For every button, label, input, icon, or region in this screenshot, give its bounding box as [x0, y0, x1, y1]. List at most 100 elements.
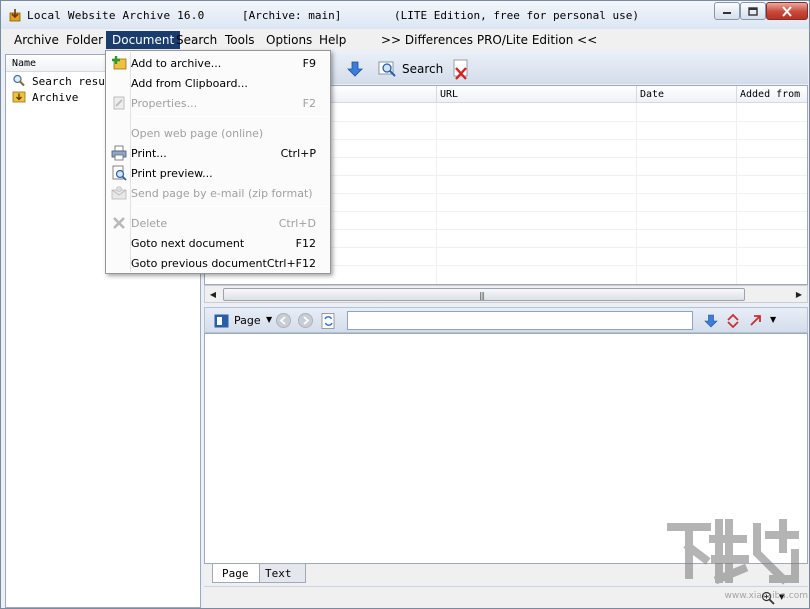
menu-item-label: Delete	[131, 217, 168, 230]
menu-options-label: Options	[266, 33, 313, 47]
scrollbar-thumb[interactable]: |||	[223, 288, 745, 301]
menu-item-label: Goto next document	[131, 237, 245, 250]
close-icon	[782, 5, 792, 17]
add-archive-icon	[112, 56, 127, 70]
email-icon	[111, 186, 127, 200]
menu-item-goto-next[interactable]: Goto next document F12	[108, 233, 328, 253]
archive-name-label: [Archive: main]	[242, 9, 342, 22]
menu-search-label: Search	[176, 33, 218, 47]
app-logo-icon	[9, 9, 21, 22]
menu-item-shortcut: Ctrl+F12	[266, 257, 316, 270]
arrow-down-icon[interactable]	[704, 314, 718, 328]
back-button[interactable]	[276, 313, 291, 328]
magnifier-icon	[13, 74, 25, 87]
scroll-left-icon[interactable]: ◀	[207, 289, 219, 301]
menu-help-label: Help	[319, 33, 347, 47]
menu-item-label: Print preview...	[131, 167, 213, 180]
scroll-right-icon[interactable]: ▶	[793, 289, 805, 301]
column-header-date[interactable]: Date	[637, 86, 737, 103]
menu-item-print[interactable]: Print... Ctrl+P	[108, 143, 328, 163]
preview-toolbar: Page ▼ ▼	[204, 307, 808, 333]
watermark-url: www.xiazaiba.com	[724, 591, 808, 601]
page-view-label: Page	[234, 314, 261, 327]
watermark: www.xiazaiba.com	[663, 513, 808, 608]
delete-icon	[113, 217, 125, 229]
page-view-icon	[214, 314, 229, 328]
menu-bar: Archive Folder Document Search Tools Opt…	[1, 29, 809, 50]
minimize-icon	[723, 12, 731, 14]
expand-collapse-icon[interactable]	[726, 313, 740, 329]
differences-link-label: >> Differences PRO/Lite Edition <<	[381, 33, 598, 47]
menu-tools[interactable]: Tools	[219, 31, 261, 49]
watermark-logo-icon	[667, 519, 799, 585]
menu-item-label: Send page by e-mail (zip format)	[131, 187, 313, 200]
tab-page[interactable]: Page	[212, 564, 260, 583]
search-button-label: Search	[402, 62, 444, 76]
menu-item-add-to-archive[interactable]: Add to archive... F9	[108, 53, 328, 73]
forward-button[interactable]	[298, 313, 313, 328]
menu-item-label: Goto previous document	[131, 257, 267, 270]
properties-icon	[113, 96, 125, 110]
print-preview-icon	[112, 165, 127, 181]
chevron-down-icon[interactable]: ▼	[770, 315, 776, 324]
menu-archive[interactable]: Archive	[8, 31, 65, 49]
menu-item-label: Properties...	[131, 97, 198, 110]
forward-arrow-icon	[303, 316, 310, 325]
menu-separator	[133, 116, 327, 117]
horizontal-scrollbar[interactable]: ◀ ||| ▶	[204, 285, 808, 303]
menu-separator	[133, 206, 327, 207]
arrow-down-icon[interactable]	[346, 60, 364, 78]
maximize-icon	[748, 6, 758, 16]
app-window: Local Website Archive 16.0 [Archive: mai…	[0, 0, 810, 609]
column-date-label: Date	[640, 89, 665, 100]
close-button[interactable]	[766, 2, 808, 20]
menu-item-add-from-clipboard[interactable]: Add from Clipboard...	[108, 73, 328, 93]
menu-item-goto-previous[interactable]: Goto previous document Ctrl+F12	[108, 253, 328, 273]
grid-line	[436, 103, 437, 284]
grid-line	[636, 103, 637, 284]
tree-item-label: Search resul	[32, 75, 112, 88]
maximize-button[interactable]	[740, 2, 766, 20]
menu-item-label: Print...	[131, 147, 167, 160]
edition-label: (LITE Edition, free for personal use)	[394, 9, 640, 22]
menu-options[interactable]: Options	[260, 31, 318, 49]
menu-document-label: Document	[112, 33, 175, 47]
menu-item-shortcut: F12	[295, 237, 316, 250]
menu-item-properties[interactable]: Properties... F2	[108, 93, 328, 113]
search-icon	[378, 61, 396, 77]
menu-item-shortcut: F9	[302, 57, 316, 70]
back-arrow-icon	[279, 316, 286, 325]
external-link-icon[interactable]	[749, 313, 763, 327]
menu-folder[interactable]: Folder	[60, 31, 109, 49]
window-title: Local Website Archive 16.0	[27, 9, 205, 22]
differences-link[interactable]: >> Differences PRO/Lite Edition <<	[375, 31, 603, 49]
menu-item-label: Open web page (online)	[131, 127, 264, 140]
menu-item-delete[interactable]: Delete Ctrl+D	[108, 213, 328, 233]
address-input[interactable]	[347, 311, 693, 330]
menu-item-shortcut: Ctrl+P	[280, 147, 316, 160]
tab-text[interactable]: Text	[256, 564, 306, 583]
menu-item-send-email[interactable]: Send page by e-mail (zip format)	[108, 183, 328, 203]
grid-line	[736, 103, 737, 284]
menu-help[interactable]: Help	[313, 31, 352, 49]
menu-item-open-web-page[interactable]: Open web page (online)	[108, 123, 328, 143]
tab-text-label: Text	[265, 567, 292, 580]
delete-search-icon[interactable]	[452, 59, 470, 81]
column-header-url[interactable]: URL	[437, 86, 637, 103]
column-header-added-from[interactable]: Added from	[737, 86, 807, 103]
tab-page-label: Page	[222, 567, 249, 580]
column-added-from-label: Added from	[740, 89, 801, 100]
menu-item-shortcut: F2	[302, 97, 316, 110]
title-bar: Local Website Archive 16.0 [Archive: mai…	[1, 1, 809, 29]
printer-icon	[111, 145, 127, 161]
chevron-down-icon: ▼	[266, 315, 273, 324]
grip-icon: |||	[479, 291, 485, 300]
refresh-icon[interactable]	[321, 313, 336, 329]
minimize-button[interactable]	[714, 2, 740, 20]
menu-archive-label: Archive	[14, 33, 59, 47]
column-url-label: URL	[440, 89, 459, 100]
menu-item-shortcut: Ctrl+D	[278, 217, 316, 230]
menu-item-print-preview[interactable]: Print preview...	[108, 163, 328, 183]
tree-header-label: Name	[12, 58, 37, 69]
menu-search[interactable]: Search	[170, 31, 223, 49]
